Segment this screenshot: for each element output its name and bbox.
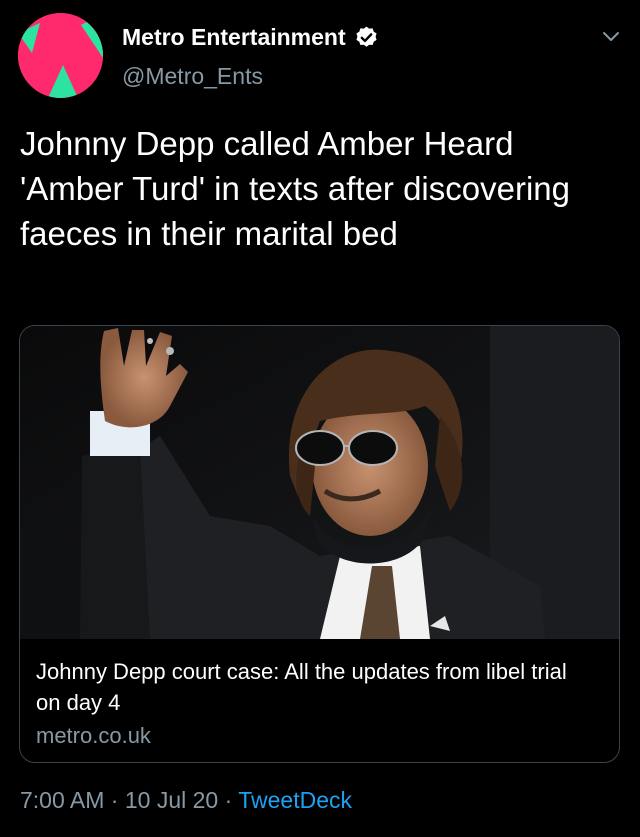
tweet-source-link[interactable]: TweetDeck [238,787,352,813]
card-image[interactable] [20,326,620,639]
author-handle[interactable]: @Metro_Ents [122,63,263,90]
card-title[interactable]: Johnny Depp court case: All the updates … [36,656,596,718]
tweet-header: Metro Entertainment @Metro_Ents [0,0,640,110]
display-name-text: Metro Entertainment [122,24,346,50]
display-name[interactable]: Metro Entertainment [122,24,379,51]
card-domain[interactable]: metro.co.uk [36,723,151,749]
meta-separator: · [104,787,125,813]
tweet-text: Johnny Depp called Amber Heard 'Amber Tu… [20,125,570,252]
meta-separator: · [218,787,239,813]
metro-logo-icon [18,13,103,98]
chevron-down-icon[interactable] [600,28,622,46]
tweet-time[interactable]: 7:00 AM [20,787,104,813]
avatar[interactable] [18,13,103,98]
tweet-date[interactable]: 10 Jul 20 [125,787,218,813]
link-card[interactable]: Johnny Depp court case: All the updates … [19,325,620,763]
tweet-meta: 7:00 AM · 10 Jul 20 · TweetDeck [20,787,352,814]
verified-badge-icon [356,26,377,47]
